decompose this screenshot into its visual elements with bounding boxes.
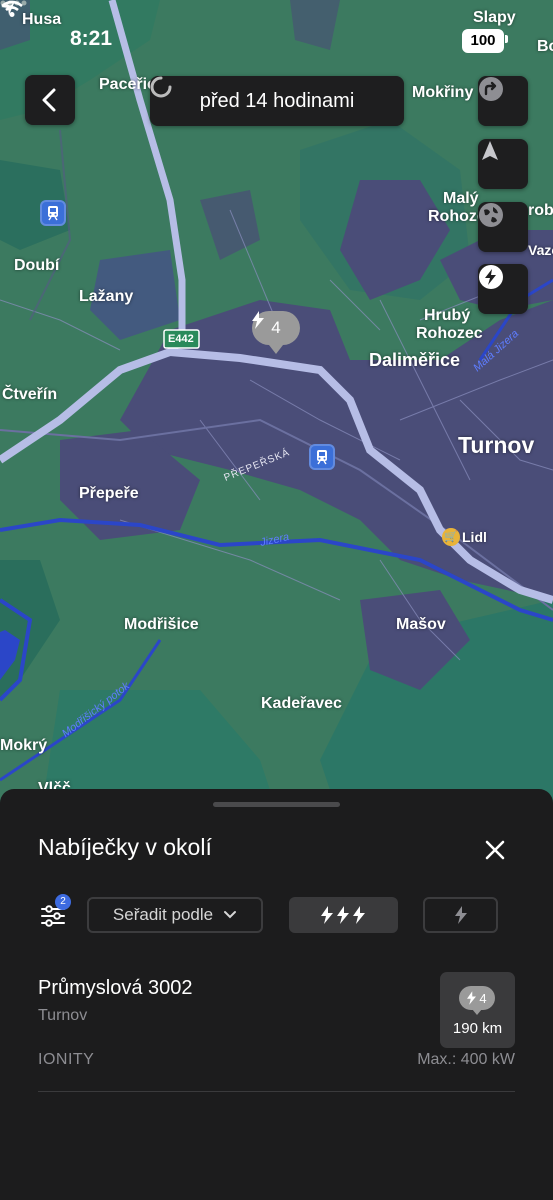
distance-card[interactable]: 4 190 km <box>440 972 515 1048</box>
station-city: Turnov <box>38 1007 88 1024</box>
globe-icon <box>479 203 503 227</box>
triple-lightning-icon <box>320 906 365 924</box>
shopping-cart-icon[interactable]: 🛒 <box>442 528 460 546</box>
place-label[interactable]: Mokrý <box>0 737 47 755</box>
battery-cap <box>505 35 508 43</box>
road-shield-label: E442 <box>168 333 194 345</box>
status-time: 8:21 <box>70 27 113 50</box>
pin-count: 4 <box>271 318 281 337</box>
nearby-chargers-sheet: Nabíječky v okolí 2 Seřadit podle Průmys… <box>0 789 553 1200</box>
sheet-title: Nabíječky v okolí <box>38 834 212 860</box>
place-label[interactable]: Přepeře <box>79 485 139 503</box>
place-label[interactable]: Rohozec <box>416 325 483 343</box>
navigation-arrow-icon <box>482 141 498 160</box>
map-view[interactable]: E442 PŘEPEŘSKÁ Husa Slapy Bo Paceřice Mo… <box>0 0 553 820</box>
lightning-circle-icon <box>479 265 503 289</box>
sheet-grabber[interactable] <box>213 802 340 807</box>
station-operator: IONITY <box>38 1051 95 1068</box>
place-label[interactable]: Bo <box>537 38 553 56</box>
lightning-icon <box>252 311 264 329</box>
place-label[interactable]: Čtveřín <box>2 386 57 404</box>
place-label[interactable]: Kadeřavec <box>261 695 342 713</box>
chargers-layer-button[interactable] <box>478 264 528 314</box>
chevron-down-icon <box>224 911 237 919</box>
place-label[interactable]: Husa <box>22 11 61 29</box>
sort-dropdown[interactable]: Seřadit podle <box>87 897 263 933</box>
station-name: Průmyslová 3002 <box>38 977 193 999</box>
list-divider <box>38 1091 515 1092</box>
place-label[interactable]: Daliměřice <box>369 350 460 371</box>
place-label[interactable]: Malý <box>443 190 479 208</box>
lightning-icon <box>454 906 467 924</box>
update-timestamp[interactable]: před 14 hodinami <box>150 76 404 126</box>
place-label[interactable]: Slapy <box>473 9 516 27</box>
place-label[interactable]: Mašov <box>396 616 446 634</box>
lightning-icon <box>467 991 477 1005</box>
place-label[interactable]: Hrubý <box>424 307 470 325</box>
slow-charging-filter[interactable] <box>423 897 498 933</box>
station-distance: 190 km <box>452 1020 503 1037</box>
poi-label[interactable]: Lidl <box>462 529 487 545</box>
place-label[interactable]: Turnov <box>458 432 534 458</box>
place-label[interactable]: Lažany <box>79 288 133 306</box>
fast-charging-filter[interactable] <box>289 897 398 933</box>
wifi-icon <box>1 0 23 17</box>
directions-button[interactable] <box>478 76 528 126</box>
train-station-icon[interactable] <box>40 200 66 226</box>
station-max-power: Max.: 400 kW <box>417 1051 515 1068</box>
filter-count-badge: 2 <box>55 894 71 910</box>
timestamp-label: před 14 hodinami <box>199 89 355 112</box>
recenter-button[interactable] <box>478 139 528 189</box>
charger-map-pin[interactable]: 4 <box>252 311 300 354</box>
train-station-icon[interactable] <box>309 444 335 470</box>
close-icon[interactable] <box>482 837 508 863</box>
sort-label: Seřadit podle <box>112 905 214 924</box>
loading-spinner-icon <box>150 76 172 98</box>
place-label[interactable]: Doubí <box>14 257 59 275</box>
place-label[interactable]: Modřišice <box>124 616 199 634</box>
chevron-left-icon <box>42 88 56 112</box>
place-label[interactable]: Mokřiny <box>412 84 473 102</box>
place-label[interactable]: roby <box>528 202 553 220</box>
directions-icon <box>479 77 503 101</box>
map-style-button[interactable] <box>478 202 528 252</box>
stall-count: 4 <box>479 990 487 1006</box>
battery-indicator: 100 <box>462 29 504 53</box>
back-button[interactable] <box>25 75 75 125</box>
place-label[interactable]: Vazove <box>528 242 553 258</box>
